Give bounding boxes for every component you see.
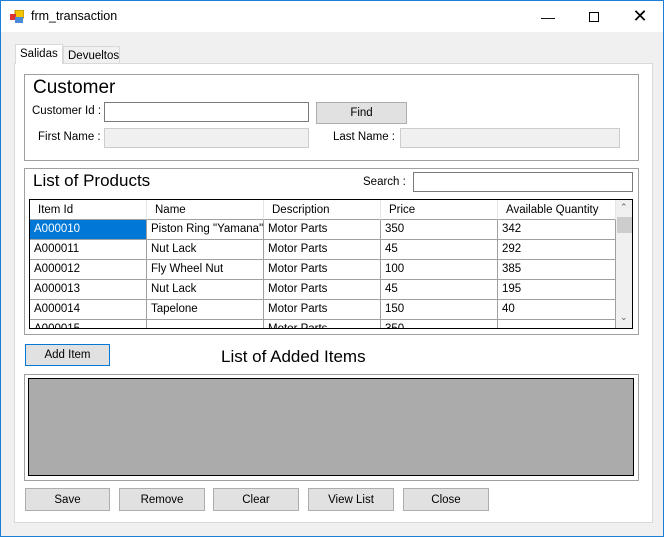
grid-scrollbar[interactable]: ⌃ ⌄: [616, 200, 632, 328]
table-cell[interactable]: Fly Wheel Nut: [147, 260, 264, 280]
remove-button[interactable]: Remove: [119, 488, 205, 511]
search-label: Search :: [363, 176, 406, 188]
products-grid[interactable]: Item Id Name Description Price Available…: [29, 199, 633, 329]
table-row[interactable]: A000010 Piston Ring "Yamana" Motor Parts 35…: [30, 220, 616, 240]
table-cell[interactable]: 45: [381, 280, 498, 300]
minimize-icon[interactable]: —: [525, 1, 571, 32]
close-icon[interactable]: ✕: [617, 1, 663, 32]
column-header[interactable]: Price: [381, 200, 498, 220]
search-input[interactable]: [413, 172, 633, 192]
scroll-down-icon[interactable]: ⌄: [620, 312, 628, 323]
window-title: frm_transaction: [31, 9, 118, 23]
table-cell[interactable]: Motor Parts: [264, 220, 381, 240]
table-cell[interactable]: [498, 320, 616, 328]
table-row[interactable]: A000011 Nut Lack Motor Parts 45 292: [30, 240, 616, 260]
table-cell[interactable]: [147, 320, 264, 328]
first-name-input[interactable]: [104, 128, 309, 148]
table-cell[interactable]: A000013: [30, 280, 147, 300]
table-row[interactable]: A000015 Motor Parts 350: [30, 320, 616, 328]
first-name-label: First Name :: [38, 131, 101, 143]
table-cell[interactable]: Motor Parts: [264, 300, 381, 320]
customer-id-input[interactable]: [104, 102, 309, 122]
table-cell[interactable]: A000010: [30, 220, 147, 240]
add-item-button[interactable]: Add Item: [25, 344, 110, 366]
close-button[interactable]: Close: [403, 488, 489, 511]
table-row[interactable]: A000013 Nut Lack Motor Parts 45 195: [30, 280, 616, 300]
column-header[interactable]: Available Quantity: [498, 200, 616, 220]
last-name-label: Last Name :: [333, 131, 395, 143]
table-row[interactable]: A000012 Fly Wheel Nut Motor Parts 100 385: [30, 260, 616, 280]
tab-salidas[interactable]: Salidas: [15, 44, 63, 64]
clear-button[interactable]: Clear: [213, 488, 299, 511]
table-cell[interactable]: A000015: [30, 320, 147, 328]
maximize-icon[interactable]: [571, 1, 617, 32]
table-cell[interactable]: Motor Parts: [264, 280, 381, 300]
table-cell[interactable]: Piston Ring "Yamana": [147, 220, 264, 240]
table-cell[interactable]: Motor Parts: [264, 240, 381, 260]
save-button[interactable]: Save: [25, 488, 110, 511]
table-cell[interactable]: Motor Parts: [264, 260, 381, 280]
table-cell[interactable]: 385: [498, 260, 616, 280]
column-header[interactable]: Item Id: [30, 200, 147, 220]
table-cell[interactable]: 350: [381, 220, 498, 240]
products-heading: List of Products: [33, 171, 151, 190]
table-cell[interactable]: Nut Lack: [147, 280, 264, 300]
table-cell[interactable]: 45: [381, 240, 498, 260]
table-cell[interactable]: A000014: [30, 300, 147, 320]
table-cell[interactable]: Tapelone: [147, 300, 264, 320]
table-cell[interactable]: A000012: [30, 260, 147, 280]
find-button[interactable]: Find: [316, 102, 407, 124]
app-form-icon: [10, 10, 24, 23]
added-items-heading: List of Added Items: [221, 347, 366, 366]
added-items-grid[interactable]: [28, 378, 634, 476]
customer-id-label: Customer Id :: [32, 105, 102, 117]
scroll-up-icon[interactable]: ⌃: [620, 202, 628, 213]
table-cell[interactable]: 195: [498, 280, 616, 300]
table-row[interactable]: A000014 Tapelone Motor Parts 150 40: [30, 300, 616, 320]
scrollbar-thumb[interactable]: [617, 217, 632, 233]
view-list-button[interactable]: View List: [308, 488, 394, 511]
grid-header: Item Id Name Description Price Available…: [30, 200, 616, 220]
table-cell[interactable]: Motor Parts: [264, 320, 381, 328]
column-header[interactable]: Description: [264, 200, 381, 220]
table-cell[interactable]: Nut Lack: [147, 240, 264, 260]
table-cell[interactable]: 40: [498, 300, 616, 320]
table-cell[interactable]: 292: [498, 240, 616, 260]
table-cell[interactable]: 350: [381, 320, 498, 328]
last-name-input[interactable]: [400, 128, 620, 148]
customer-heading: Customer: [33, 77, 116, 98]
column-header[interactable]: Name: [147, 200, 264, 220]
window: frm_transaction — ✕ Salidas Devueltos Cu…: [0, 0, 664, 537]
table-cell[interactable]: 150: [381, 300, 498, 320]
table-cell[interactable]: 100: [381, 260, 498, 280]
table-cell[interactable]: A000011: [30, 240, 147, 260]
table-cell[interactable]: 342: [498, 220, 616, 240]
title-bar: frm_transaction — ✕: [1, 1, 663, 32]
